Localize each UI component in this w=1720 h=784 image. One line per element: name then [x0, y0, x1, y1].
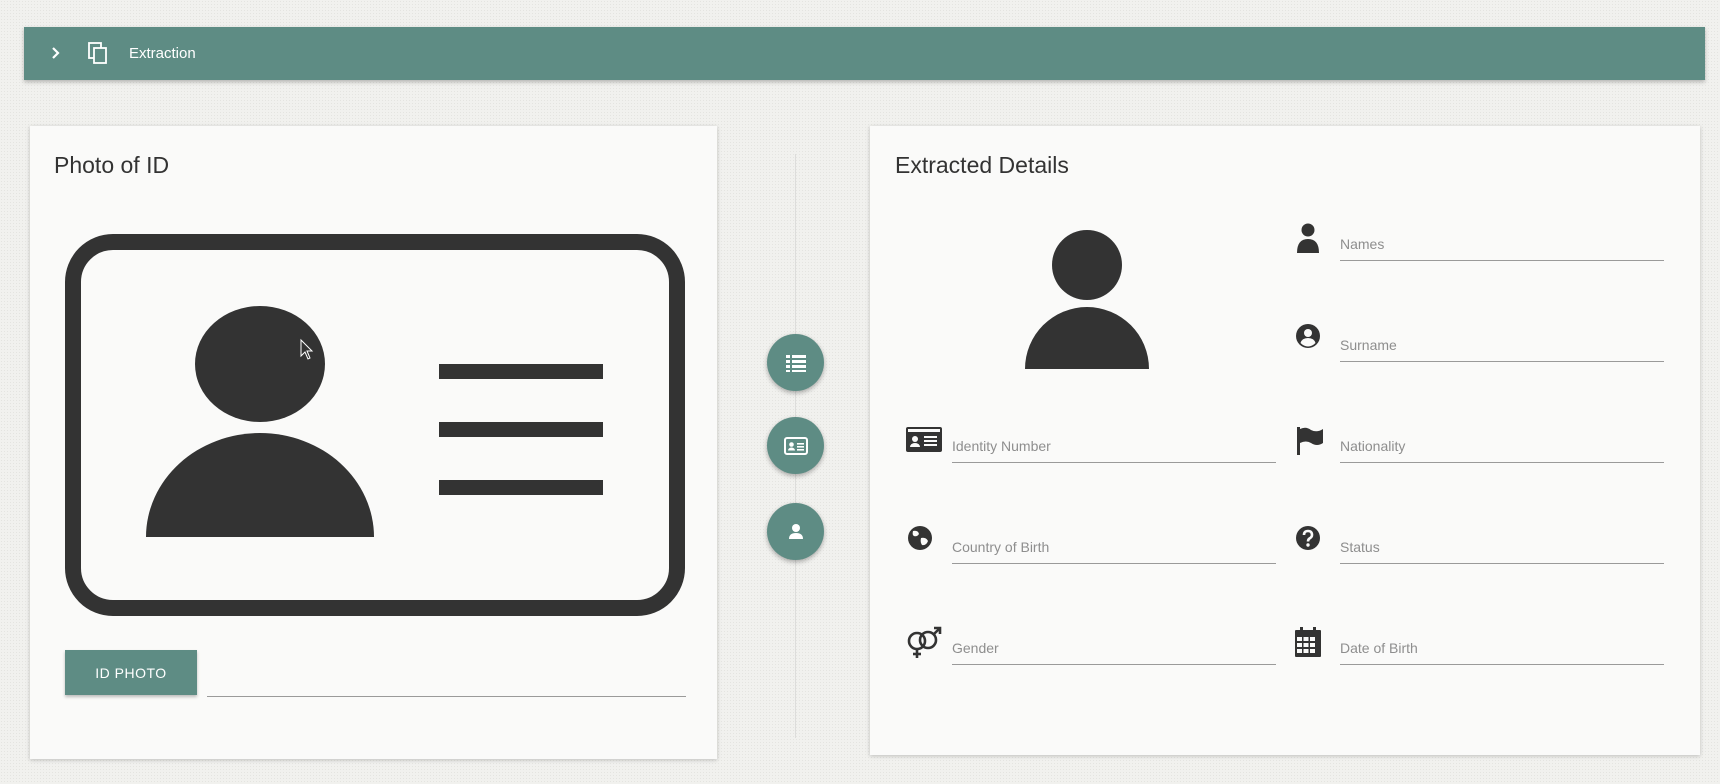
person-silhouette-icon: [1025, 230, 1149, 369]
step-person-button[interactable]: [767, 503, 824, 560]
gender-icon: [907, 626, 942, 658]
flag-icon: [1297, 427, 1323, 455]
photo-of-id-card: Photo of ID ID PHOTO: [30, 126, 717, 759]
photo-of-id-title: Photo of ID: [54, 152, 170, 178]
account-circle-icon: [1296, 324, 1320, 348]
nationality-field: [1294, 424, 1674, 474]
surname-input[interactable]: [1340, 328, 1664, 362]
country-of-birth-field: [906, 525, 1286, 575]
person-icon: [788, 523, 803, 539]
list-icon: [785, 354, 806, 372]
status-input[interactable]: [1340, 530, 1664, 564]
person-icon: [1297, 223, 1319, 253]
names-field: [1294, 222, 1674, 272]
chevron-right-icon[interactable]: [46, 43, 66, 63]
identity-number-field: [906, 424, 1286, 474]
id-card-icon: [783, 436, 808, 455]
toolbar-title: Extraction: [129, 45, 196, 62]
date-of-birth-field: [1294, 626, 1674, 676]
identity-number-input[interactable]: [952, 429, 1276, 463]
globe-icon: [908, 526, 932, 550]
id-card-icon: [65, 234, 685, 616]
step-list-button[interactable]: [767, 334, 824, 391]
status-field: [1294, 525, 1674, 575]
date-of-birth-input[interactable]: [1340, 631, 1664, 665]
extracted-details-card: Extracted Details: [870, 126, 1700, 755]
id-card-icon: [906, 427, 942, 452]
country-of-birth-input[interactable]: [952, 530, 1276, 564]
nationality-input[interactable]: [1340, 429, 1664, 463]
help-icon: [1296, 526, 1320, 550]
names-input[interactable]: [1340, 227, 1664, 261]
gender-input[interactable]: [952, 631, 1276, 665]
top-toolbar: Extraction: [24, 27, 1705, 80]
id-photo-button[interactable]: ID PHOTO: [65, 650, 197, 695]
id-photo-file-field[interactable]: [207, 695, 686, 697]
surname-field: [1294, 323, 1674, 373]
gender-field: [906, 626, 1286, 676]
calendar-icon: [1295, 627, 1321, 657]
step-id-card-button[interactable]: [767, 417, 824, 474]
extracted-details-title: Extracted Details: [895, 152, 1069, 178]
copy-icon: [88, 42, 107, 64]
